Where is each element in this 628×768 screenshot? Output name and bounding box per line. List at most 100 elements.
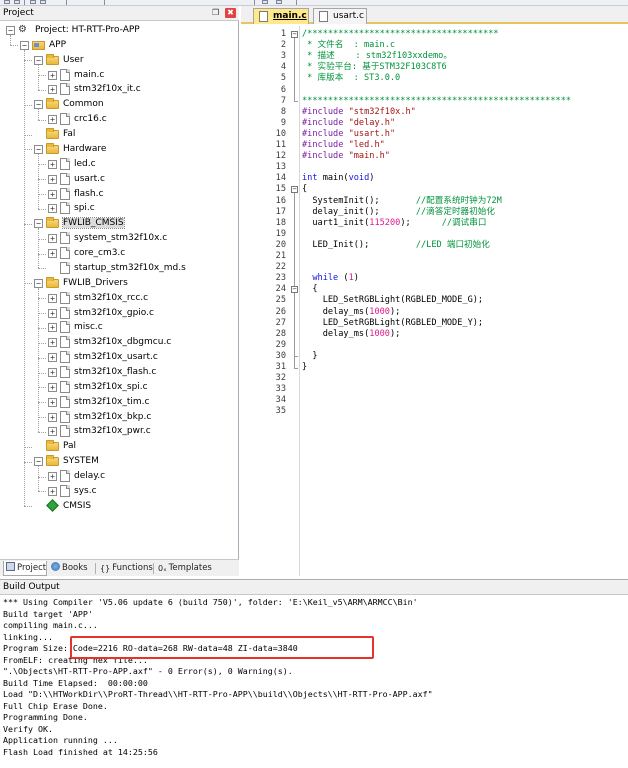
pin-icon[interactable]: ❒ — [212, 9, 220, 17]
collapse-icon[interactable]: − — [34, 100, 43, 110]
collapse-icon[interactable]: − — [34, 55, 43, 65]
build-output-line: Build Time Elapsed: 00:00:00 — [3, 677, 148, 688]
collapse-icon[interactable]: − — [34, 144, 43, 154]
toolbar-separator — [254, 0, 255, 5]
expand-icon[interactable]: + — [48, 308, 57, 318]
tree-item[interactable]: − SYSTEM — [0, 454, 238, 469]
tree-item[interactable]: − Common — [0, 97, 238, 112]
tree-item[interactable]: + system_stm32f10x.c — [0, 231, 238, 246]
expand-icon[interactable]: + — [48, 427, 57, 437]
tree-item[interactable]: − FWLIB_Drivers — [0, 276, 238, 291]
tree-item[interactable]: + stm32f10x_usart.c — [0, 350, 238, 365]
tree-item[interactable]: + misc.c — [0, 320, 238, 335]
code-token: SystemInit(); — [302, 195, 416, 206]
expand-icon[interactable]: + — [48, 368, 57, 377]
line-number: 14 — [275, 173, 286, 184]
toolbar-button[interactable] — [40, 0, 46, 4]
toolbar-button[interactable] — [276, 0, 282, 4]
expand-icon[interactable]: + — [48, 70, 57, 80]
toolbar-button[interactable] — [14, 0, 20, 4]
tree-item-label: stm32f10x_pwr.c — [74, 426, 151, 437]
tree-item[interactable]: + sys.c — [0, 484, 238, 499]
tree-item[interactable]: + stm32f10x_bkp.c — [0, 410, 238, 425]
code-line: #include "usart.h" — [302, 129, 395, 140]
tree-item[interactable]: + main.c — [0, 68, 238, 83]
tab-separator — [153, 563, 154, 574]
file-icon — [60, 321, 70, 334]
tree-item-label: usart.c — [74, 173, 105, 184]
fold-toggle-icon[interactable]: − — [291, 286, 298, 294]
tree-item[interactable]: + stm32f10x_dbgmcu.c — [0, 335, 238, 350]
code-area[interactable]: 1 2 3 4 5 6 7 8 9 10 11 12 13 14 15 16 17 18 19 20 21 22 23 24 2… — [241, 26, 628, 576]
collapse-icon[interactable]: − — [34, 219, 43, 229]
code-line: * 描述 : stm32f103xxdemo。 — [302, 51, 452, 62]
editor-tab-main-c[interactable]: main.c — [253, 8, 309, 24]
panel-tab-functions[interactable]: {} Functions — [98, 561, 153, 576]
expand-icon[interactable]: + — [48, 472, 57, 482]
tree-item[interactable]: + spi.c — [0, 201, 238, 216]
expand-icon[interactable]: + — [48, 323, 57, 333]
build-output-log[interactable]: *** Using Compiler 'V5.06 update 6 (buil… — [3, 597, 625, 768]
panel-tab-label: Project — [17, 563, 47, 573]
tree-item[interactable]: + stm32f10x_flash.c — [0, 365, 238, 380]
panel-tab-books[interactable]: Books — [49, 561, 93, 576]
tree-item[interactable]: + stm32f10x_rcc.c — [0, 291, 238, 306]
collapse-icon[interactable]: − — [34, 457, 43, 467]
editor-tab-usart-c[interactable]: usart.c — [313, 8, 367, 24]
toolbar-button[interactable] — [262, 0, 268, 4]
tree-item[interactable]: − APP — [0, 38, 238, 53]
expand-icon[interactable]: + — [48, 159, 57, 169]
expand-icon[interactable]: + — [48, 189, 57, 199]
tree-item[interactable]: + stm32f10x_pwr.c — [0, 424, 238, 439]
collapse-icon[interactable]: − — [20, 40, 29, 50]
expand-icon[interactable]: + — [48, 486, 57, 496]
expand-icon[interactable]: + — [48, 397, 57, 407]
expand-icon[interactable]: + — [48, 234, 57, 244]
tree-item[interactable]: startup_stm32f10x_md.s — [0, 261, 238, 276]
fold-toggle-icon[interactable]: − — [291, 31, 298, 38]
tree-item[interactable]: − Hardware — [0, 142, 238, 157]
tree-item[interactable]: + stm32f10x_spi.c — [0, 380, 238, 395]
expand-icon[interactable]: + — [48, 412, 57, 422]
collapse-icon[interactable]: − — [6, 26, 15, 35]
toolbar-button[interactable] — [4, 0, 10, 4]
tree-item[interactable]: − FWLIB_CMSIS — [0, 216, 238, 231]
panel-tab-templates[interactable]: 0ₓ Templates — [156, 561, 214, 576]
collapse-icon[interactable]: − — [34, 278, 43, 288]
expand-icon[interactable]: + — [48, 204, 57, 214]
tree-item[interactable]: Fal — [0, 127, 238, 142]
tree-item[interactable]: + delay.c — [0, 469, 238, 484]
expand-icon[interactable]: + — [48, 249, 57, 259]
file-icon — [60, 202, 70, 215]
tree-item[interactable]: + usart.c — [0, 172, 238, 187]
tree-item[interactable]: + stm32f10x_it.c — [0, 82, 238, 97]
expand-icon[interactable]: + — [48, 174, 57, 184]
tree-item-label: stm32f10x_tim.c — [74, 396, 150, 407]
tree-item[interactable]: Pal — [0, 439, 238, 454]
project-panel-tabs: Project Books {} Functions 0ₓ Templates — [0, 559, 239, 576]
close-icon[interactable]: ✖ — [225, 8, 236, 18]
code-line: #include "delay.h" — [302, 118, 395, 129]
tree-item[interactable]: − ⚙ Project: HT-RTT-Pro-APP — [0, 23, 238, 38]
tree-item[interactable]: + crc16.c — [0, 112, 238, 127]
tree-item[interactable]: − User — [0, 53, 238, 68]
code-token: main( — [317, 173, 349, 184]
tree-item[interactable]: + flash.c — [0, 187, 238, 202]
tree-item[interactable]: + stm32f10x_tim.c — [0, 395, 238, 410]
line-number: 23 — [275, 273, 286, 284]
tree-item[interactable]: + led.c — [0, 157, 238, 172]
expand-icon[interactable]: + — [48, 353, 57, 363]
fold-toggle-icon[interactable]: − — [291, 186, 298, 194]
code-line: * 文件名 : main.c — [302, 40, 395, 51]
expand-icon[interactable]: + — [48, 115, 57, 125]
toolbar-button[interactable] — [30, 0, 36, 4]
expand-icon[interactable]: + — [48, 338, 57, 348]
expand-icon[interactable]: + — [48, 382, 57, 392]
panel-tab-project[interactable]: Project — [3, 561, 47, 576]
tree-item[interactable]: CMSIS — [0, 499, 238, 514]
tree-item[interactable]: + stm32f10x_gpio.c — [0, 306, 238, 321]
tree-item[interactable]: + core_cm3.c — [0, 246, 238, 261]
expand-icon[interactable]: + — [48, 293, 57, 303]
expand-icon[interactable]: + — [48, 85, 57, 95]
file-icon — [60, 395, 70, 408]
